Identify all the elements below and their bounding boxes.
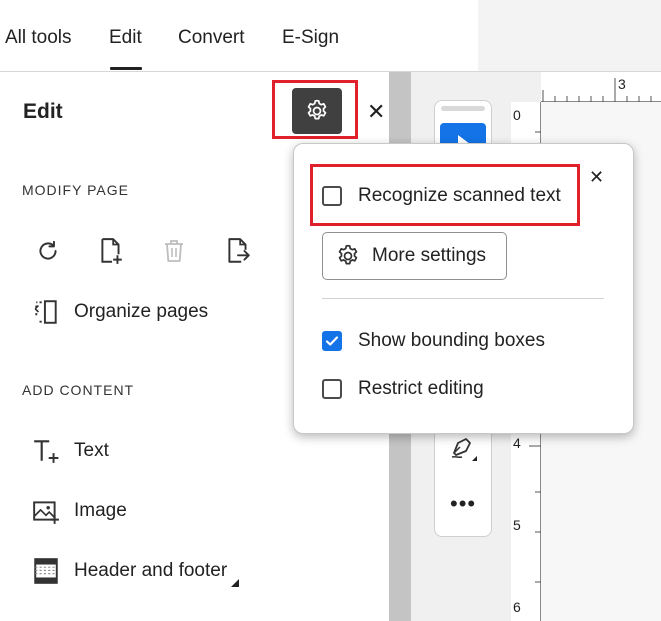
add-text-label: Text	[74, 440, 109, 461]
organize-pages-label: Organize pages	[74, 301, 209, 322]
show-bounding-boxes-checkbox[interactable]	[322, 331, 342, 351]
draw-tool-button[interactable]	[448, 429, 480, 463]
show-bounding-boxes-label[interactable]: Show bounding boxes	[358, 330, 545, 352]
delete-icon[interactable]	[159, 236, 189, 266]
organize-pages-icon	[32, 297, 64, 327]
header-footer-item[interactable]: Header and footer	[32, 553, 227, 589]
add-text-icon	[32, 436, 64, 466]
top-nav-right-area	[478, 0, 661, 72]
restrict-editing-checkbox[interactable]	[322, 379, 342, 399]
left-ruler-number: 6	[513, 599, 521, 615]
rotate-icon[interactable]	[33, 236, 63, 266]
modify-page-heading: MODIFY PAGE	[22, 182, 129, 198]
settings-highlight-box	[272, 80, 358, 139]
active-tab-indicator	[110, 67, 142, 70]
recognize-highlight-box	[310, 164, 580, 226]
left-ruler-number: 0	[513, 107, 521, 123]
header-footer-menu-indicator	[231, 579, 239, 587]
panel-title: Edit	[23, 100, 63, 123]
organize-pages-item[interactable]: Organize pages	[32, 294, 208, 330]
tab-edit[interactable]: Edit	[109, 27, 142, 49]
tab-e-sign[interactable]: E-Sign	[282, 27, 339, 49]
header-footer-label: Header and footer	[74, 560, 228, 581]
add-content-heading: ADD CONTENT	[22, 382, 135, 398]
toolbar-drag-handle[interactable]	[441, 106, 485, 111]
checkmark-icon	[325, 336, 339, 346]
pen-icon	[451, 438, 477, 461]
tab-convert[interactable]: Convert	[178, 27, 245, 49]
add-image-item[interactable]: Image	[32, 493, 127, 529]
close-popover-icon[interactable]: ✕	[589, 168, 604, 186]
top-ruler: 3	[541, 72, 661, 102]
more-tools-icon[interactable]: •••	[450, 491, 476, 517]
tab-all-tools[interactable]: All tools	[5, 27, 72, 49]
extract-page-icon[interactable]	[223, 236, 253, 266]
top-ruler-number: 3	[618, 76, 626, 92]
left-ruler-number: 5	[513, 517, 521, 533]
left-ruler-number: 4	[513, 435, 521, 451]
add-image-icon	[32, 496, 64, 526]
insert-page-icon[interactable]	[96, 236, 126, 266]
popover-divider	[322, 298, 604, 299]
add-text-item[interactable]: Text	[32, 433, 109, 469]
restrict-editing-label[interactable]: Restrict editing	[358, 378, 484, 400]
close-panel-icon[interactable]: ✕	[367, 101, 385, 123]
add-image-label: Image	[74, 500, 127, 521]
more-settings-button[interactable]: More settings	[322, 232, 507, 280]
more-settings-label: More settings	[372, 245, 487, 266]
gear-icon	[338, 244, 358, 265]
header-footer-icon	[32, 556, 64, 586]
